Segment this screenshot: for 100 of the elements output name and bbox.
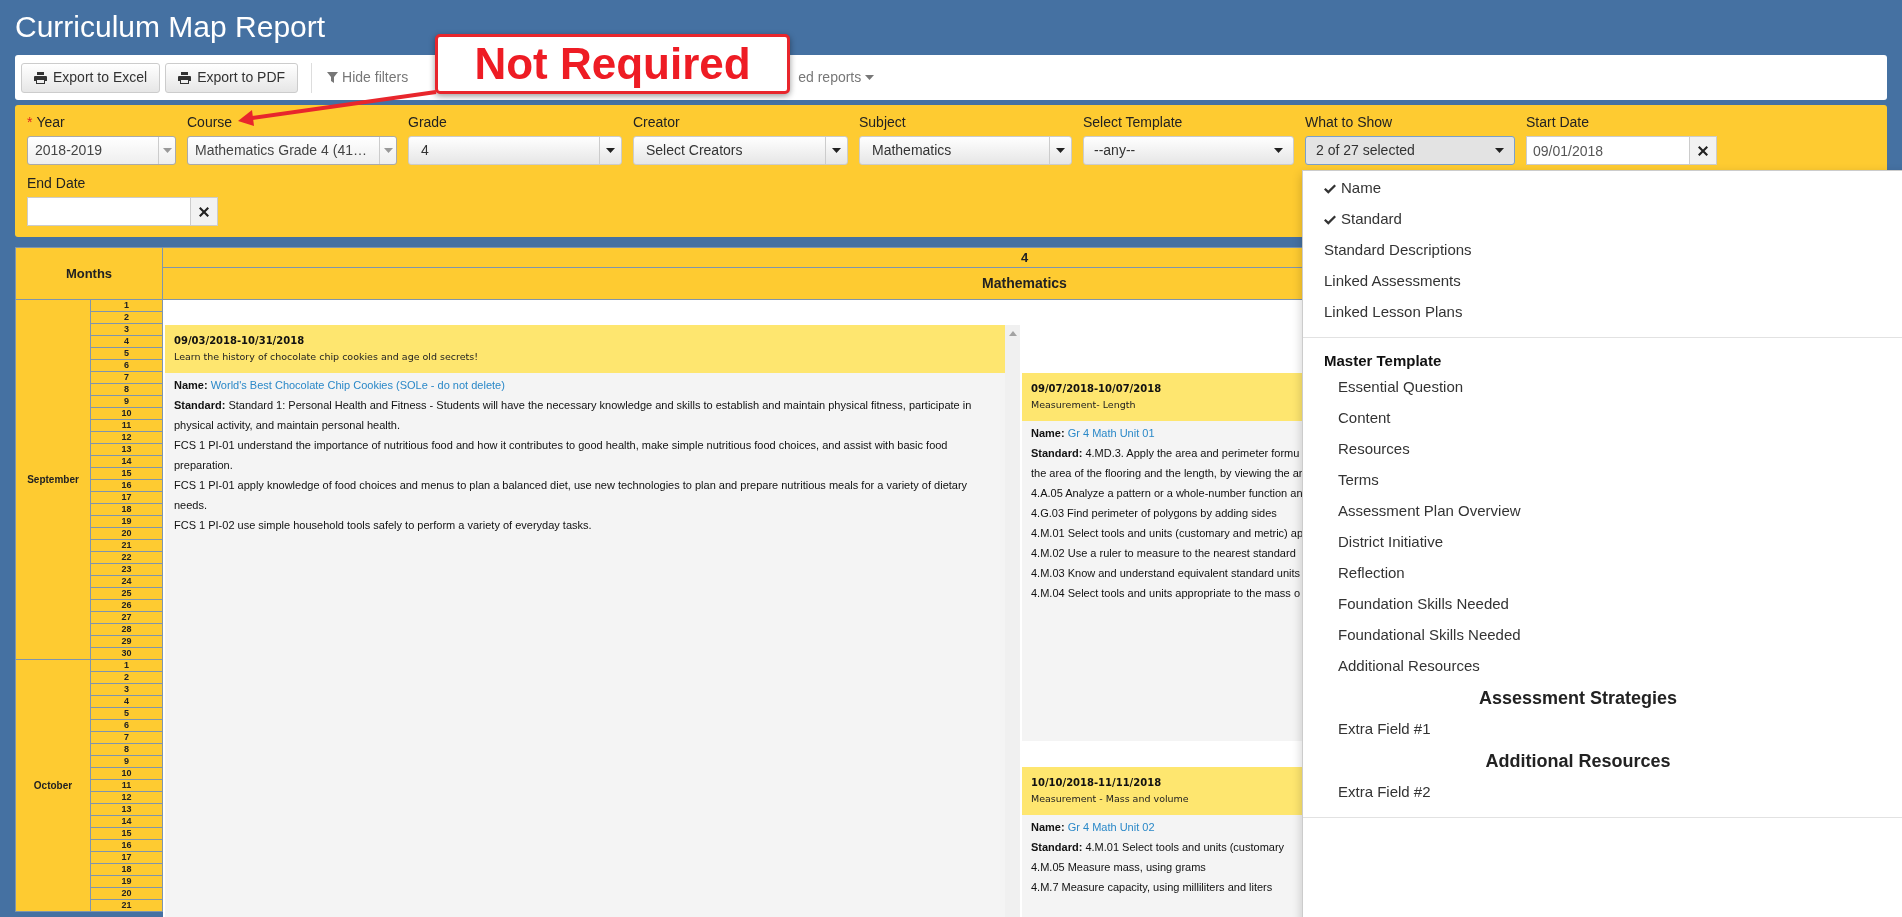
day-cell: 16	[90, 480, 163, 492]
export-button[interactable]: Export to PDF	[165, 62, 299, 93]
menu-option[interactable]: Linked Lesson Plans	[1303, 297, 1463, 328]
standard-text: 4.M.7 Measure capacity, using milliliters and liters	[1031, 880, 1273, 895]
menu-option[interactable]: Additional Resources	[1303, 651, 1480, 682]
clear-button[interactable]	[191, 197, 218, 226]
day-cell: 19	[90, 516, 163, 528]
menu-option[interactable]: Reflection	[1303, 558, 1405, 589]
clear-button[interactable]	[1690, 136, 1717, 165]
standard-text: 4.A.05 Analyze a pattern or a whole-number function an	[1031, 486, 1303, 501]
menu-option[interactable]: District Initiative	[1303, 527, 1444, 558]
day-cell: 3	[90, 684, 163, 696]
scrollbar[interactable]	[1005, 325, 1020, 917]
menu-option[interactable]: Essential Question	[1303, 372, 1464, 403]
date-field[interactable]: 09/01/2018	[1526, 136, 1690, 165]
select-dropdown[interactable]: Mathematics	[859, 136, 1072, 165]
filter-label: Grade	[408, 113, 448, 132]
curriculum-link[interactable]: Gr 4 Math Unit 02	[1067, 821, 1155, 833]
day-cell: 15	[90, 468, 163, 480]
date-field[interactable]	[27, 197, 191, 226]
clear-icon	[1698, 145, 1708, 156]
day-cell: 10	[90, 408, 163, 420]
curriculum-link[interactable]: World's Best Chocolate Chip Cookies (SOLe - do not delete)	[210, 379, 505, 391]
check-icon	[1324, 183, 1336, 194]
standard-text: Standard: 4.MD.3. Apply the area and perimeter formu	[1031, 446, 1300, 461]
card-description: Measurement- Length	[1031, 398, 1136, 412]
card-description: Measurement - Mass and volume	[1031, 792, 1189, 806]
filter-label: Creator	[633, 113, 681, 132]
menu-option[interactable]: Extra Field #2	[1303, 777, 1431, 808]
day-cell: 19	[90, 876, 163, 888]
page-title: Curriculum Map Report	[15, 9, 327, 45]
select-dropdown[interactable]: 2 of 27 selected	[1305, 136, 1515, 165]
menu-group-label: Master Template	[1323, 350, 1443, 371]
menu-option[interactable]: Content	[1303, 403, 1391, 434]
filter-label: Start Date	[1526, 113, 1591, 132]
day-cell: 3	[90, 324, 163, 336]
curriculum-link[interactable]: Gr 4 Math Unit 01	[1067, 427, 1155, 439]
menu-option[interactable]: Assessment Plan Overview	[1303, 496, 1521, 527]
select-dropdown[interactable]: Select Creators	[633, 136, 848, 165]
filter-label: Select Template	[1083, 113, 1184, 132]
day-cell: 8	[90, 384, 163, 396]
day-cell: 26	[90, 600, 163, 612]
day-cell: 22	[90, 552, 163, 564]
standard-text: 4.M.04 Select tools and units appropriate to the mass o	[1031, 586, 1301, 601]
day-cell: 15	[90, 828, 163, 840]
day-cell: 13	[90, 804, 163, 816]
day-cell: 11	[90, 780, 163, 792]
standard-text: FCS 1 PI-01 apply knowledge of food choices and menus to plan a balanced diet, use new technologies to plan and prepare nutritious meals for a variety of dietary needs.	[174, 478, 969, 513]
date-range: 10/10/2018-11/11/2018	[1031, 776, 1162, 790]
day-cell: 20	[90, 888, 163, 900]
day-cell: 21	[90, 900, 163, 912]
menu-option[interactable]: Name	[1303, 173, 1381, 204]
hide-filters-link[interactable]: Hide filters	[327, 67, 409, 88]
caret-icon	[606, 148, 615, 153]
menu-option[interactable]: Foundational Skills Needed	[1303, 620, 1521, 651]
day-cell: 25	[90, 588, 163, 600]
day-cell: 27	[90, 612, 163, 624]
printer-icon	[34, 71, 47, 84]
menu-option[interactable]: Foundation Skills Needed	[1303, 589, 1509, 620]
export-button[interactable]: Export to Excel	[21, 62, 161, 93]
menu-option[interactable]: Extra Field #1	[1303, 714, 1431, 745]
card-description: Learn the history of chocolate chip cookies and age old secrets!	[174, 350, 479, 364]
date-range: 09/03/2018-10/31/2018	[174, 334, 305, 348]
menu-option[interactable]: Standard	[1303, 204, 1402, 235]
menu-option[interactable]: Terms	[1303, 465, 1379, 496]
day-cell: 28	[90, 624, 163, 636]
day-cell: 18	[90, 864, 163, 876]
caret-icon	[865, 75, 875, 80]
standard-text: 4.M.05 Measure mass, using grams	[1031, 860, 1206, 875]
day-cell: 7	[90, 372, 163, 384]
day-cell: 5	[90, 348, 163, 360]
caret-icon	[1495, 148, 1504, 153]
caret-icon	[832, 148, 841, 153]
menu-option[interactable]: Linked Assessments	[1303, 266, 1461, 297]
combo-box[interactable]: 2018-2019	[27, 136, 176, 165]
menu-section-heading: Additional Resources	[1484, 749, 1672, 773]
menu-option[interactable]: Resources	[1303, 434, 1410, 465]
filter-label: What to Show	[1305, 113, 1394, 132]
day-cell: 1	[90, 660, 163, 672]
select-dropdown[interactable]: --any--	[1083, 136, 1294, 165]
day-cell: 1	[90, 300, 163, 312]
standard-text: FCS 1 PI-02 use simple household tools safely to perform a variety of everyday tasks.	[174, 518, 593, 533]
menu-section-heading: Assessment Strategies	[1477, 686, 1679, 710]
day-cell: 17	[90, 852, 163, 864]
day-cell: 8	[90, 744, 163, 756]
month-cell: October	[15, 660, 90, 912]
standard-text: 4.M.03 Know and understand equivalent standard units	[1031, 566, 1301, 581]
day-cell: 20	[90, 528, 163, 540]
reports-menu-link[interactable]: ed reports	[798, 67, 875, 88]
day-cell: 11	[90, 420, 163, 432]
caret-icon	[162, 148, 172, 153]
day-cell: 9	[90, 396, 163, 408]
standard-text: FCS 1 PI-01 understand the importance of nutritious food and how it contributes to good health, make simple nutritious food choices, and assist with basic food preparation.	[174, 438, 949, 473]
filter-icon	[327, 72, 339, 83]
day-cell: 5	[90, 708, 163, 720]
day-cell: 6	[90, 360, 163, 372]
day-cell: 4	[90, 696, 163, 708]
name-line: Name: Gr 4 Math Unit 01	[1031, 426, 1155, 441]
combo-box[interactable]: Mathematics Grade 4 (41…	[187, 136, 397, 165]
select-dropdown[interactable]: 4	[408, 136, 622, 165]
